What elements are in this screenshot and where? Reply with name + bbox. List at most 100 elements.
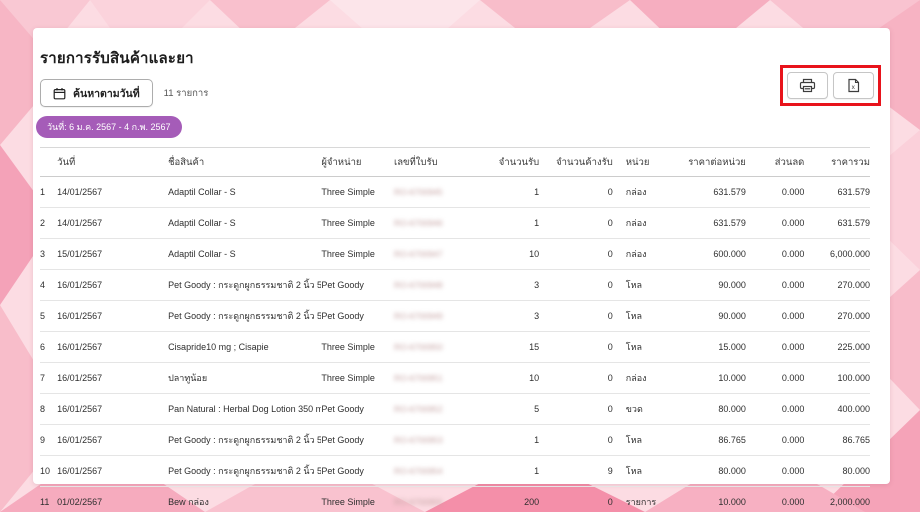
cell-total: 631.579: [804, 176, 870, 208]
cell-supplier: Pet Goody: [321, 424, 394, 456]
receipts-table: วันที่ ชื่อสินค้า ผู้จำหน่าย เลขที่ใบรับ…: [40, 147, 870, 512]
cell-product: Adaptil Collar - S: [168, 207, 322, 239]
cell-discount: 0.000: [745, 300, 805, 332]
cell-unit-price: 10.000: [679, 362, 746, 394]
cell-unit: โหล: [612, 424, 680, 456]
cell-product: Pet Goody : กระดูกผูกธรรมชาติ 2 นิ้ว 500…: [168, 455, 322, 487]
cell-total: 6,000.000: [804, 238, 870, 270]
cell-product: Adaptil Collar - S: [168, 238, 322, 270]
cell-qty-received: 1: [494, 207, 540, 239]
table-row: 4 16/01/2567 Pet Goody : กระดูกผูกธรรมชา…: [40, 269, 870, 301]
cell-discount: 0.000: [745, 331, 805, 363]
cell-row-number: 2: [40, 207, 58, 239]
calendar-icon: [53, 87, 66, 100]
items-count: 11 รายการ: [163, 87, 209, 99]
cell-product: Cisapride10 mg ; Cisapie: [168, 331, 322, 363]
cell-row-number: 1: [40, 176, 58, 208]
cell-unit-price: 80.000: [679, 393, 746, 425]
cell-total: 270.000: [804, 300, 870, 332]
search-by-date-label: ค้นหาตามวันที่: [73, 87, 140, 100]
cell-qty-received: 1: [494, 455, 540, 487]
cell-receipt-no: RO-6700954: [393, 455, 495, 487]
table-header-row: วันที่ ชื่อสินค้า ผู้จำหน่าย เลขที่ใบรับ…: [40, 147, 870, 177]
cell-product: Pan Natural : Herbal Dog Lotion 350 ml.: [168, 393, 322, 425]
date-range-badge: วันที่: 6 ม.ค. 2567 - 4 ก.พ. 2567: [36, 116, 182, 138]
cell-row-number: 11: [40, 486, 58, 512]
cell-discount: 0.000: [745, 176, 805, 208]
cell-unit: โหล: [612, 331, 680, 363]
cell-unit-price: 86.765: [679, 424, 746, 456]
cell-discount: 0.000: [745, 207, 805, 239]
cell-total: 631.579: [804, 207, 870, 239]
cell-unit: รายการ: [612, 486, 680, 512]
controls-row: ค้นหาตามวันที่ 11 รายการ: [40, 79, 890, 107]
cell-date: 16/01/2567: [57, 424, 169, 456]
cell-unit-price: 631.579: [679, 207, 746, 239]
cell-qty-received: 10: [494, 362, 540, 394]
table-row: 6 16/01/2567 Cisapride10 mg ; Cisapie Th…: [40, 331, 870, 363]
col-discount: ส่วนลด: [745, 147, 805, 177]
cell-discount: 0.000: [745, 269, 805, 301]
report-card: รายการรับสินค้าและยา ค้นหาตามวันที่ 11 ร…: [33, 28, 890, 512]
cell-qty-received: 3: [494, 300, 540, 332]
excel-file-icon: x: [847, 78, 860, 93]
cell-receipt-no: RO-6700951: [393, 362, 495, 394]
cell-date: 16/01/2567: [57, 393, 169, 425]
cell-qty-received: 5: [494, 393, 540, 425]
export-excel-button[interactable]: x: [833, 72, 874, 99]
cell-qty-pending: 0: [539, 362, 613, 394]
table-row: 1 14/01/2567 Adaptil Collar - S Three Si…: [40, 176, 870, 208]
table-row: 3 15/01/2567 Adaptil Collar - S Three Si…: [40, 238, 870, 270]
cell-unit-price: 90.000: [679, 300, 746, 332]
receipts-table-wrap: วันที่ ชื่อสินค้า ผู้จำหน่าย เลขที่ใบรับ…: [40, 147, 870, 512]
cell-total: 270.000: [804, 269, 870, 301]
cell-date: 14/01/2567: [57, 207, 169, 239]
cell-supplier: Three Simple: [321, 486, 394, 512]
cell-date: 16/01/2567: [57, 269, 169, 301]
cell-supplier: Pet Goody: [321, 269, 394, 301]
cell-product: Pet Goody : กระดูกผูกธรรมชาติ 2 นิ้ว 500…: [168, 300, 322, 332]
col-qty-pending: จำนวนค้างรับ: [539, 147, 613, 177]
cell-qty-pending: 0: [539, 238, 613, 270]
cell-total: 2,000.000: [804, 486, 870, 512]
cell-row-number: 5: [40, 300, 58, 332]
cell-total: 80.000: [804, 455, 870, 487]
cell-supplier: Pet Goody: [321, 393, 394, 425]
table-row: 9 16/01/2567 Pet Goody : กระดูกผูกธรรมชา…: [40, 424, 870, 456]
col-receipt-no: เลขที่ใบรับ: [393, 147, 495, 177]
cell-discount: 0.000: [745, 455, 805, 487]
cell-receipt-no: RO-6700950: [393, 331, 495, 363]
cell-row-number: 4: [40, 269, 58, 301]
print-button[interactable]: [787, 72, 828, 99]
cell-product: Bew กล่อง: [168, 486, 322, 512]
cell-qty-pending: 0: [539, 207, 613, 239]
cell-date: 16/01/2567: [57, 331, 169, 363]
cell-qty-pending: 0: [539, 393, 613, 425]
cell-discount: 0.000: [745, 486, 805, 512]
search-by-date-button[interactable]: ค้นหาตามวันที่: [40, 79, 153, 107]
col-total: ราคารวม: [804, 147, 870, 177]
cell-discount: 0.000: [745, 393, 805, 425]
cell-receipt-no: RO-6700945: [393, 176, 495, 208]
cell-qty-pending: 0: [539, 300, 613, 332]
svg-text:x: x: [852, 84, 856, 91]
cell-qty-received: 3: [494, 269, 540, 301]
col-unit-price: ราคาต่อหน่วย: [679, 147, 746, 177]
cell-qty-received: 1: [494, 424, 540, 456]
cell-supplier: Pet Goody: [321, 455, 394, 487]
cell-unit-price: 90.000: [679, 269, 746, 301]
cell-product: Pet Goody : กระดูกผูกธรรมชาติ 2 นิ้ว 500…: [168, 424, 322, 456]
cell-row-number: 7: [40, 362, 58, 394]
col-date: วันที่: [57, 147, 169, 177]
cell-qty-received: 1: [494, 176, 540, 208]
cell-receipt-no: RO-6700946: [393, 207, 495, 239]
col-unit: หน่วย: [612, 147, 680, 177]
table-row: 11 01/02/2567 Bew กล่อง Three Simple RO-…: [40, 486, 870, 512]
col-product: ชื่อสินค้า: [168, 147, 322, 177]
cell-date: 16/01/2567: [57, 362, 169, 394]
cell-receipt-no: RO-6700948: [393, 269, 495, 301]
cell-unit-price: 80.000: [679, 455, 746, 487]
cell-date: 15/01/2567: [57, 238, 169, 270]
col-qty-received: จำนวนรับ: [494, 147, 540, 177]
cell-qty-pending: 0: [539, 269, 613, 301]
